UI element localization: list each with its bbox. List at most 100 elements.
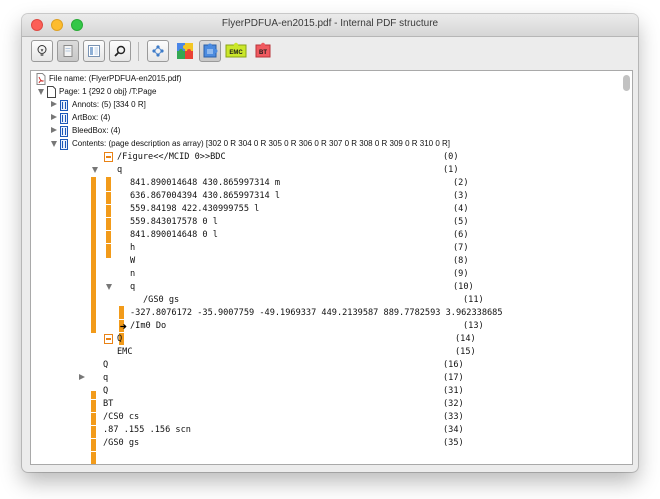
nesting-tick (91, 451, 96, 452)
page-view-icon (63, 45, 73, 57)
op-text: Q (117, 334, 123, 344)
bt-button[interactable]: BT (252, 40, 274, 62)
toolbar-separator (138, 42, 139, 61)
tree-node-file[interactable]: File name: (FlyerPDFUA-en2015.pdf) (31, 73, 621, 86)
op-text: EMC (117, 347, 133, 357)
emc-button[interactable]: EMC (225, 40, 247, 62)
puzzle-multicolor-button[interactable] (174, 40, 196, 62)
tree-node-artbox[interactable]: ArtBox: (4) (31, 112, 621, 125)
op-row[interactable]: q (1) (31, 164, 621, 177)
structure-nodes-icon (152, 45, 164, 57)
page-view-button[interactable] (57, 40, 79, 62)
op-row[interactable]: 559.843017578 0 l (5) (31, 216, 621, 229)
op-index: (2) (453, 178, 469, 188)
array-bracket-icon (60, 126, 68, 137)
puzzle-multicolor-icon (177, 43, 193, 59)
op-row[interactable]: W (8) (31, 255, 621, 268)
op-index: (8) (453, 256, 469, 266)
annots-label: Annots: (5) [334 0 R] (72, 100, 146, 109)
tree-node-annots[interactable]: Annots: (5) [334 0 R] (31, 99, 621, 112)
op-row[interactable]: /Figure<</MCID 0>>BDC (0) (31, 151, 621, 164)
op-text: /Im0 Do (130, 321, 167, 331)
op-text: /CS0 cs (103, 412, 140, 422)
expanded-triangle-icon[interactable] (51, 141, 57, 147)
tree-node-contents[interactable]: Contents: (page description as array) [3… (31, 138, 621, 151)
op-text: q (130, 282, 136, 292)
op-row[interactable]: 559.84198 422.430999755 l (4) (31, 203, 621, 216)
op-row[interactable]: q (10) (31, 281, 621, 294)
marked-content-icon (104, 334, 113, 344)
op-row[interactable]: 636.867004394 430.865997314 l (3) (31, 190, 621, 203)
svg-text:BT: BT (259, 50, 267, 56)
op-row[interactable]: h (7) (31, 242, 621, 255)
op-index: (5) (453, 217, 469, 227)
op-text: BT (103, 399, 114, 409)
op-text: n (130, 269, 136, 279)
structure-nodes-button[interactable] (147, 40, 169, 62)
op-index: (4) (453, 204, 469, 214)
op-index: (31) (443, 386, 464, 396)
op-row[interactable]: Q (16) (31, 359, 621, 372)
search-button[interactable] (109, 40, 131, 62)
op-index: (33) (443, 412, 464, 422)
op-text: Q (103, 360, 109, 370)
split-view-icon (88, 45, 100, 57)
puzzle-blue-button[interactable] (199, 40, 221, 62)
scrollbar-thumb[interactable] (623, 75, 630, 91)
op-text: -327.8076172 -35.9007759 -49.1969337 449… (130, 308, 503, 318)
op-index: (13) (463, 321, 484, 331)
op-row[interactable]: /GS0 gs (35) (31, 437, 621, 450)
op-index: (32) (443, 399, 464, 409)
emc-puzzle-icon: EMC (225, 42, 247, 58)
structure-tree[interactable]: File name: (FlyerPDFUA-en2015.pdf) Page:… (30, 70, 633, 465)
tree-node-bleedbox[interactable]: BleedBox: (4) (31, 125, 621, 138)
op-row[interactable]: ➔ /Im0 Do (13) (31, 320, 621, 333)
collapsed-triangle-icon[interactable] (51, 127, 57, 133)
lightbulb-button[interactable] (31, 40, 53, 62)
op-row[interactable]: Q (31) (31, 385, 621, 398)
op-index: (1) (443, 165, 459, 175)
array-bracket-icon (60, 100, 68, 111)
op-row[interactable]: 841.890014648 430.865997314 m (2) (31, 177, 621, 190)
puzzle-blue-icon (203, 43, 218, 58)
op-text: Q (103, 386, 109, 396)
page-label: Page: 1 {292 0 obj} /T:Page (59, 87, 157, 96)
array-bracket-icon (60, 139, 68, 150)
op-text: 841.890014648 430.865997314 m (130, 178, 281, 188)
op-index: (7) (453, 243, 469, 253)
op-row[interactable]: /CS0 cs (33) (31, 411, 621, 424)
expanded-triangle-icon[interactable] (38, 89, 44, 95)
svg-text:EMC: EMC (229, 50, 243, 56)
op-text: 636.867004394 430.865997314 l (130, 191, 281, 201)
toolbar: EMC BT (22, 37, 638, 69)
bt-puzzle-icon: BT (255, 42, 271, 58)
op-row[interactable]: .87 .155 .156 scn (34) (31, 424, 621, 437)
op-row[interactable]: EMC (15) (31, 346, 621, 359)
collapsed-triangle-icon[interactable] (51, 114, 57, 120)
lightbulb-icon (37, 45, 47, 56)
tree-node-page[interactable]: Page: 1 {292 0 obj} /T:Page (31, 86, 621, 99)
op-row[interactable]: -327.8076172 -35.9007759 -49.1969337 449… (31, 307, 631, 320)
collapsed-triangle-icon[interactable] (51, 101, 57, 107)
op-row[interactable]: Q (14) (31, 333, 621, 346)
expanded-triangle-icon[interactable] (92, 167, 98, 173)
op-text: 559.843017578 0 l (130, 217, 218, 227)
expanded-triangle-icon[interactable] (106, 284, 112, 290)
op-text: 559.84198 422.430999755 l (130, 204, 260, 214)
op-index: (11) (463, 295, 484, 305)
op-index: (15) (455, 347, 476, 357)
page-icon (47, 86, 56, 98)
op-row[interactable]: n (9) (31, 268, 621, 281)
op-row[interactable]: BT (32) (31, 398, 621, 411)
op-row[interactable]: /GS0 gs (11) (31, 294, 621, 307)
split-view-button[interactable] (83, 40, 105, 62)
op-row[interactable]: 841.890014648 0 l (6) (31, 229, 621, 242)
op-text: /Figure<</MCID 0>>BDC (117, 152, 226, 162)
op-text: h (130, 243, 136, 253)
op-index: (14) (455, 334, 476, 344)
array-bracket-icon (60, 113, 68, 124)
title-bar[interactable]: FlyerPDFUA-en2015.pdf - Internal PDF str… (22, 14, 638, 37)
op-index: (9) (453, 269, 469, 279)
op-row[interactable]: q (17) (31, 372, 621, 385)
collapsed-triangle-icon[interactable] (79, 374, 85, 380)
